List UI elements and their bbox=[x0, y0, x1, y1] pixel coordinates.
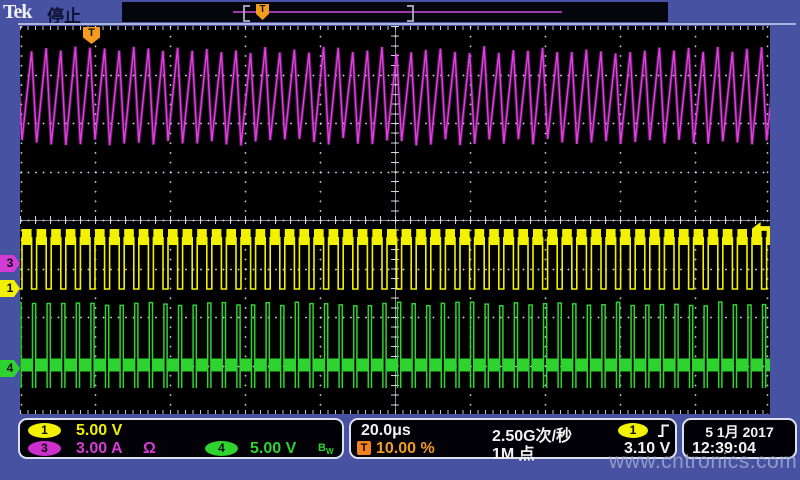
oscilloscope-screen: Tek 停止 T T 3 1 4 1 5.00 V 3 3.00 A Ω 4 5… bbox=[0, 0, 800, 480]
waveform-display bbox=[20, 26, 770, 414]
tek-logo: Tek bbox=[3, 1, 32, 24]
site-watermark: www.cntronics.com bbox=[609, 450, 797, 474]
trigger-position-value: 10.00 % bbox=[376, 440, 435, 458]
ch4-scale-value: 5.00 V bbox=[250, 440, 296, 458]
waveform-plot bbox=[20, 26, 770, 414]
graticule-top-edge bbox=[18, 23, 796, 25]
record-trigger-position-icon: T bbox=[256, 4, 269, 20]
ch4-bandwidth-icon: BW bbox=[318, 442, 334, 456]
record-view-bar: T bbox=[122, 2, 668, 22]
timebase-value: 20.0μs bbox=[361, 422, 411, 440]
ch3-scale-value: 3.00 A bbox=[76, 440, 123, 458]
rising-edge-icon bbox=[656, 423, 671, 438]
date-row: 5 1月 2017 bbox=[684, 422, 795, 440]
trigger-position-badge: T bbox=[357, 441, 371, 455]
channel-readout-panel[interactable]: 1 5.00 V 3 3.00 A Ω 4 5.00 V BW bbox=[18, 418, 344, 459]
window-bracket-left-icon bbox=[243, 5, 250, 22]
ch1-scale-value: 5.00 V bbox=[76, 422, 122, 440]
ch3-coupling-ohm-icon: Ω bbox=[143, 440, 156, 458]
ch1-badge[interactable]: 1 bbox=[28, 423, 61, 438]
ch1-ground-marker[interactable]: 1 bbox=[0, 280, 20, 297]
ch3-badge[interactable]: 3 bbox=[28, 441, 61, 456]
ch4-ground-marker[interactable]: 4 bbox=[0, 360, 20, 377]
ch4-waveform bbox=[20, 302, 770, 388]
date-value: 5 1月 2017 bbox=[705, 424, 774, 440]
trigger-source-badge[interactable]: 1 bbox=[618, 423, 648, 438]
window-bracket-right-icon bbox=[407, 5, 414, 22]
ch3-ground-marker[interactable]: 3 bbox=[0, 255, 20, 272]
record-length-value: 1M 点 bbox=[492, 440, 535, 464]
ch3-ch4-readout-row: 3 3.00 A Ω 4 5.00 V BW bbox=[20, 440, 342, 458]
top-status-bar: Tek 停止 T bbox=[0, 0, 800, 24]
ch1-readout-row: 1 5.00 V bbox=[20, 422, 342, 440]
ch4-badge[interactable]: 4 bbox=[205, 441, 238, 456]
horizontal-row: 20.0μs 2.50G次/秒 1 bbox=[351, 422, 675, 440]
record-length-line bbox=[233, 11, 562, 13]
